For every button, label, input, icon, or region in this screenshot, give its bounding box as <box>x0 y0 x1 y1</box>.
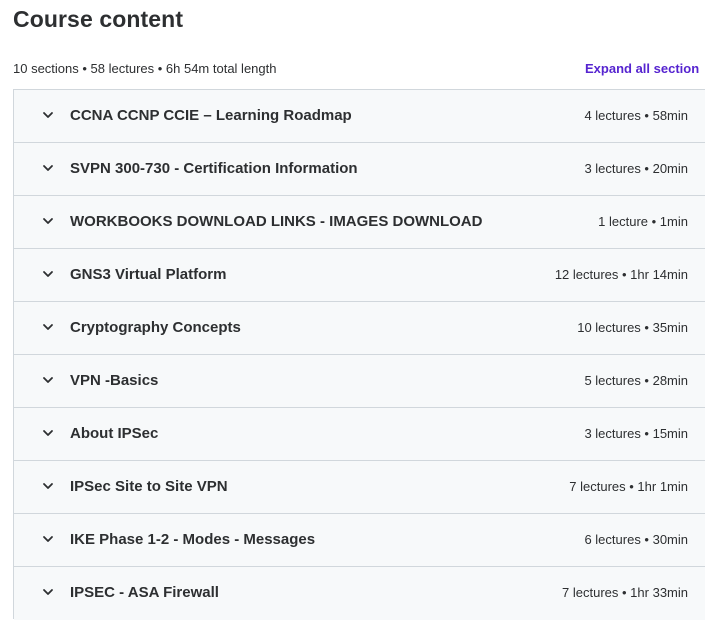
chevron-down-icon <box>43 218 53 224</box>
course-summary-text: 10 sections • 58 lectures • 6h 54m total… <box>13 61 277 76</box>
chevron-down-icon <box>43 483 53 489</box>
chevron-down-icon <box>43 377 53 383</box>
section-title: IPSEC - ASA Firewall <box>70 584 219 601</box>
chevron-down-icon <box>43 324 53 330</box>
section-lecture-count: 12 lectures • 1hr 14min <box>554 267 688 282</box>
curriculum-section[interactable]: VPN -Basics 5 lectures • 28min <box>14 355 705 408</box>
curriculum-section-list: CCNA CCNP CCIE – Learning Roadmap 4 lect… <box>13 89 705 620</box>
curriculum-section[interactable]: IPSec Site to Site VPN 7 lectures • 1hr … <box>14 461 705 514</box>
curriculum-section[interactable]: CCNA CCNP CCIE – Learning Roadmap 4 lect… <box>14 90 705 143</box>
section-title: CCNA CCNP CCIE – Learning Roadmap <box>70 107 352 124</box>
section-lecture-count: 3 lectures • 15min <box>584 426 688 441</box>
chevron-down-icon <box>43 589 53 595</box>
chevron-down-icon <box>43 165 53 171</box>
chevron-down-icon <box>43 112 53 118</box>
section-lecture-count: 7 lectures • 1hr 33min <box>562 585 688 600</box>
section-lecture-count: 5 lectures • 28min <box>584 373 688 388</box>
curriculum-section[interactable]: WORKBOOKS DOWNLOAD LINKS - IMAGES DOWNLO… <box>14 196 705 249</box>
section-title: WORKBOOKS DOWNLOAD LINKS - IMAGES DOWNLO… <box>70 213 483 230</box>
section-lecture-count: 1 lecture • 1min <box>598 214 688 229</box>
curriculum-section[interactable]: GNS3 Virtual Platform 12 lectures • 1hr … <box>14 249 705 302</box>
section-title: VPN -Basics <box>70 372 159 389</box>
section-title: IPSec Site to Site VPN <box>70 478 228 495</box>
section-lecture-count: 10 lectures • 35min <box>577 320 688 335</box>
chevron-down-icon <box>43 271 53 277</box>
chevron-down-icon <box>43 430 53 436</box>
chevron-down-icon <box>43 536 53 542</box>
curriculum-section[interactable]: IKE Phase 1-2 - Modes - Messages 6 lectu… <box>14 514 705 567</box>
section-lecture-count: 3 lectures • 20min <box>584 161 688 176</box>
section-title: About IPSec <box>70 425 159 442</box>
section-title: Cryptography Concepts <box>70 319 241 336</box>
curriculum-section[interactable]: About IPSec 3 lectures • 15min <box>14 408 705 461</box>
expand-all-sections-button[interactable]: Expand all section <box>585 60 699 78</box>
section-title: IKE Phase 1-2 - Modes - Messages <box>70 531 316 548</box>
section-lecture-count: 6 lectures • 30min <box>584 532 688 547</box>
section-title: SVPN 300-730 - Certification Information <box>70 160 358 177</box>
section-lecture-count: 7 lectures • 1hr 1min <box>569 479 688 494</box>
page-title: Course content <box>13 6 184 32</box>
curriculum-section[interactable]: Cryptography Concepts 10 lectures • 35mi… <box>14 302 705 355</box>
section-lecture-count: 4 lectures • 58min <box>584 108 688 123</box>
curriculum-section[interactable]: SVPN 300-730 - Certification Information… <box>14 143 705 196</box>
course-summary-row: 10 sections • 58 lectures • 6h 54m total… <box>0 58 705 80</box>
curriculum-section[interactable]: IPSEC - ASA Firewall 7 lectures • 1hr 33… <box>14 567 705 620</box>
section-title: GNS3 Virtual Platform <box>70 266 227 283</box>
